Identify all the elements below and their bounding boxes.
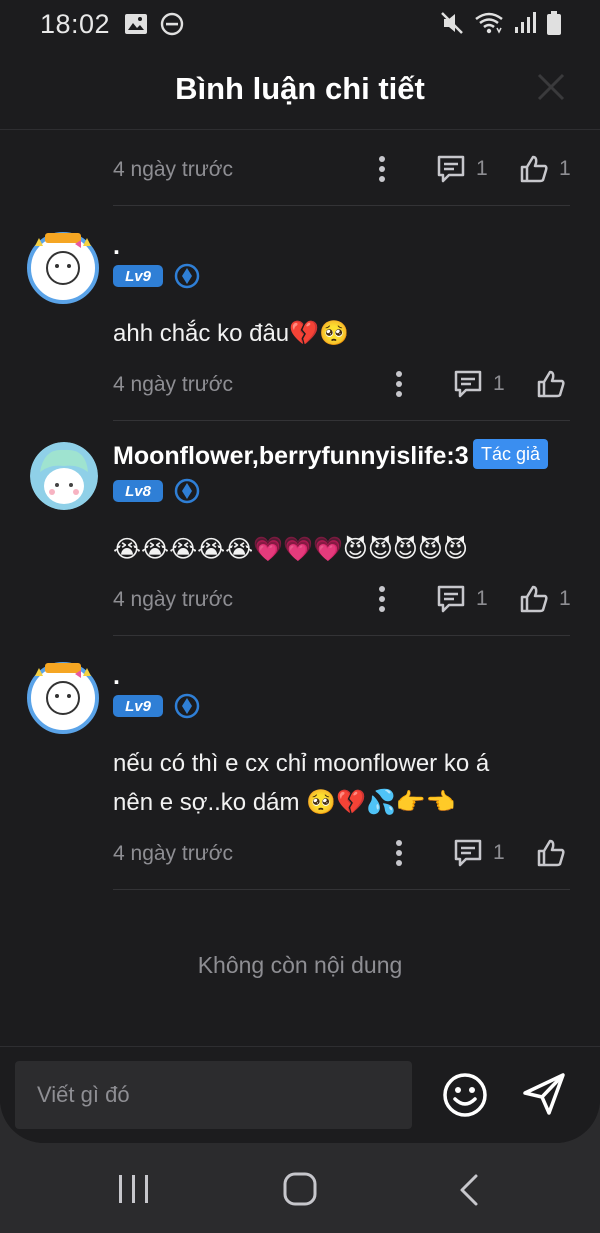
more-icon[interactable]: [377, 154, 387, 184]
divider: [113, 205, 570, 206]
rank-icon: [174, 693, 200, 719]
battery-icon: [547, 11, 561, 35]
back-icon[interactable]: [456, 1173, 482, 1207]
reply-button[interactable]: 1: [453, 838, 505, 868]
status-time: 18:02: [40, 8, 111, 39]
comment-time: 4 ngày trước: [113, 588, 234, 611]
avatar[interactable]: [23, 226, 103, 306]
app-screen: 18:02 Bình luận chi tiết 4 ngày trước 1 …: [0, 0, 600, 1143]
reply-icon: [437, 155, 465, 183]
dnd-icon: [160, 12, 184, 36]
send-icon[interactable]: [521, 1071, 567, 1117]
comment-time: 4 ngày trước: [113, 373, 234, 396]
close-icon[interactable]: [536, 72, 566, 102]
rank-icon: [174, 263, 200, 289]
comment-time: 4 ngày trước: [113, 158, 234, 181]
rank-icon: [174, 478, 200, 504]
level-badge: Lv9: [113, 265, 163, 287]
list-end-text: Không còn nội dung: [197, 952, 403, 978]
comment-input[interactable]: [15, 1061, 412, 1129]
like-icon: [537, 370, 565, 398]
level-badge: Lv9: [113, 695, 163, 717]
like-count: 1: [559, 587, 571, 610]
status-bar: 18:02: [0, 0, 600, 48]
comment-text-line1: nếu có thì e cx chỉ moonflower ko á: [113, 750, 490, 777]
like-icon: [520, 585, 548, 613]
username[interactable]: .: [113, 662, 120, 691]
divider: [113, 420, 570, 421]
comment-time: 4 ngày trước: [113, 842, 234, 865]
reply-icon: [454, 370, 482, 398]
more-icon[interactable]: [394, 369, 404, 399]
signal-icon: [515, 12, 536, 33]
like-button[interactable]: 1: [519, 584, 571, 614]
emoji-partial: [112, 130, 140, 132]
system-nav-bar: [0, 1143, 600, 1233]
more-icon[interactable]: [394, 838, 404, 868]
like-button[interactable]: [536, 838, 566, 868]
reply-button[interactable]: 1: [436, 584, 488, 614]
recent-apps-icon[interactable]: [116, 1173, 152, 1205]
like-icon: [520, 155, 548, 183]
emoji-icon[interactable]: [441, 1071, 489, 1119]
divider: [113, 889, 570, 890]
home-icon[interactable]: [282, 1171, 318, 1207]
page-title: Bình luận chi tiết: [175, 70, 425, 106]
avatar[interactable]: [23, 656, 103, 736]
divider: [113, 635, 570, 636]
comment-composer: [0, 1046, 600, 1143]
reply-button[interactable]: 1: [453, 369, 505, 399]
reply-count: 1: [476, 157, 488, 180]
comment-list[interactable]: 4 ngày trước 1 1 . Lv9 ahh chắc ko đâu💔🥺…: [0, 130, 600, 1046]
comment-text: ahh chắc ko đâu💔🥺: [113, 320, 349, 347]
mute-icon: [441, 12, 463, 34]
wifi-icon: [475, 12, 503, 34]
reply-count: 1: [493, 372, 505, 395]
comment-text-line2: nên e sợ..ko dám 🥺💔💦👉👈: [113, 789, 456, 816]
username[interactable]: .: [113, 232, 120, 261]
like-button[interactable]: [536, 369, 566, 399]
reply-icon: [454, 839, 482, 867]
comment-text: 😭😭😭😭😭💗💗💗😈😈😈😈😈: [113, 535, 468, 563]
reply-count: 1: [493, 841, 505, 864]
level-badge: Lv8: [113, 480, 163, 502]
image-icon: [125, 14, 148, 34]
header: Bình luận chi tiết: [0, 48, 600, 130]
like-count: 1: [559, 157, 571, 180]
author-tag: Tác giả: [473, 439, 549, 469]
username[interactable]: Moonflower,berryfunnyislife:3: [113, 442, 469, 471]
reply-count: 1: [476, 587, 488, 610]
more-icon[interactable]: [377, 584, 387, 614]
avatar[interactable]: [30, 442, 98, 510]
reply-icon: [437, 585, 465, 613]
reply-button[interactable]: 1: [436, 154, 488, 184]
like-button[interactable]: 1: [519, 154, 571, 184]
like-icon: [537, 839, 565, 867]
